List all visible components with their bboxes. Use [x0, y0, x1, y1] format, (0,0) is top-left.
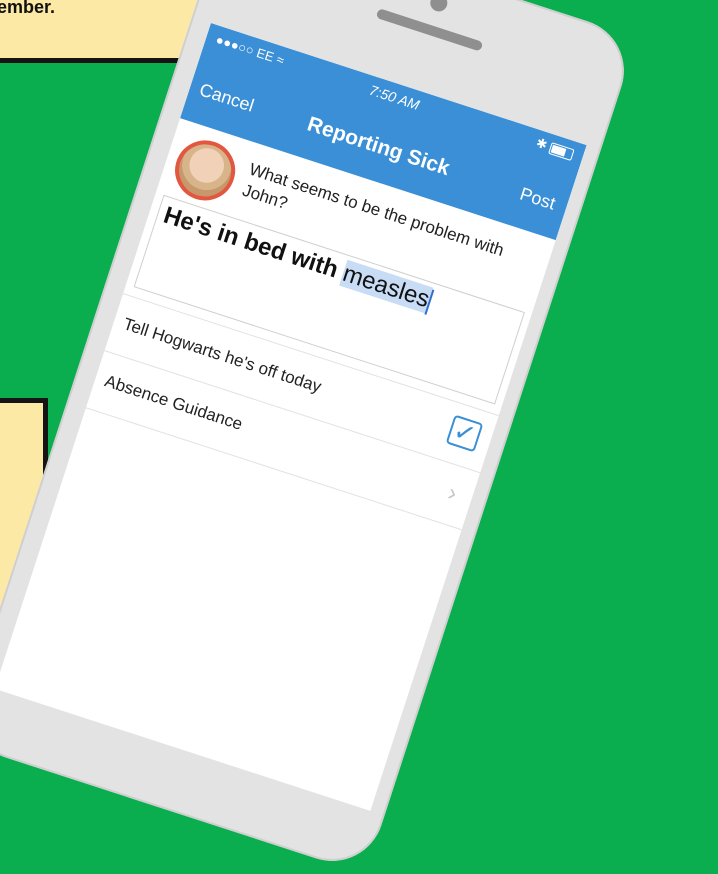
chevron-right-icon: › — [444, 479, 461, 508]
battery-icon — [548, 141, 575, 161]
speaker-icon — [375, 8, 484, 52]
checkbox-checked-icon[interactable]: ✓ — [445, 414, 484, 453]
camera-icon — [428, 0, 450, 14]
avatar — [167, 132, 243, 209]
post-button[interactable]: Post — [517, 183, 557, 214]
answer-highlight: measles — [339, 259, 433, 314]
